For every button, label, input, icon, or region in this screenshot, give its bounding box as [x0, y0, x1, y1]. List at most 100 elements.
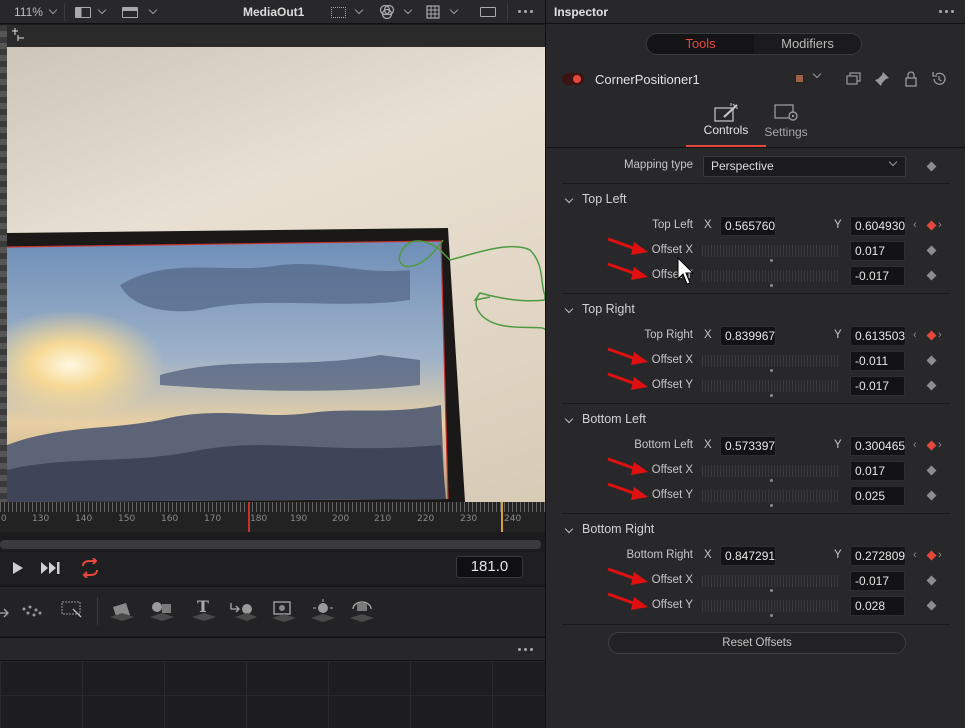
tab-settings[interactable]: Settings	[746, 100, 826, 147]
offset-y-field[interactable]: 0.025	[850, 486, 905, 506]
next-keyframe-icon[interactable]: ›	[938, 549, 942, 561]
inspector-more-icon[interactable]	[939, 10, 954, 13]
camera-3d-icon[interactable]	[270, 597, 298, 623]
versions-icon[interactable]	[846, 72, 862, 86]
skip-to-end-icon[interactable]	[40, 561, 62, 575]
play-icon[interactable]	[12, 561, 24, 575]
section-title: Top Left	[582, 192, 627, 206]
split-view-button[interactable]	[75, 0, 107, 24]
top-right-y-field[interactable]: 0.613503	[850, 326, 906, 346]
node-editor-more-icon[interactable]	[518, 648, 533, 651]
offset-y-field[interactable]: -0.017	[850, 376, 905, 396]
prev-keyframe-icon[interactable]: ‹	[913, 329, 917, 341]
keyframe-diamond[interactable]	[926, 465, 937, 476]
offset-y-slider[interactable]	[702, 380, 840, 392]
reset-offsets-button[interactable]: Reset Offsets	[608, 632, 906, 654]
merge-3d-icon[interactable]	[229, 597, 259, 623]
planar-tracker-icon[interactable]	[59, 599, 85, 623]
roi-button[interactable]	[331, 0, 364, 24]
image-plane-3d-icon[interactable]	[108, 597, 136, 623]
tick-label: 190	[290, 514, 308, 524]
next-keyframe-icon[interactable]: ›	[938, 329, 942, 341]
tab-modifiers[interactable]: Modifiers	[754, 34, 861, 54]
tick-label: 160	[161, 514, 179, 524]
keyframe-diamond[interactable]	[926, 220, 937, 231]
collapse-chevron-icon	[564, 414, 574, 424]
offset-x-field[interactable]: 0.017	[850, 241, 905, 261]
section-top-left[interactable]: Top Left	[546, 189, 965, 211]
zoom-dropdown[interactable]: 111%	[14, 0, 58, 24]
offset-x-slider[interactable]	[702, 575, 840, 587]
offset-x-slider[interactable]	[702, 465, 840, 477]
section-bottom-right[interactable]: Bottom Right	[546, 519, 965, 541]
reset-history-icon[interactable]	[931, 71, 947, 87]
offset-x-slider[interactable]	[702, 355, 840, 367]
scrub-bar[interactable]	[0, 540, 541, 549]
keyframe-diamond[interactable]	[926, 550, 937, 561]
section-bottom-left[interactable]: Bottom Left	[546, 409, 965, 431]
chevron-down-icon	[403, 5, 413, 15]
node-editor-canvas[interactable]	[0, 661, 545, 728]
lock-icon[interactable]	[904, 71, 918, 87]
keyframe-diamond[interactable]	[926, 440, 937, 451]
prev-keyframe-icon[interactable]: ‹	[913, 439, 917, 451]
next-keyframe-icon[interactable]: ›	[938, 219, 942, 231]
playhead[interactable]	[248, 502, 250, 532]
keyframe-diamond[interactable]	[926, 270, 937, 281]
keyframe-diamond[interactable]	[926, 575, 937, 586]
keyframe-diamond[interactable]	[926, 245, 937, 256]
end-marker[interactable]	[501, 502, 503, 532]
tracker-icon[interactable]	[0, 601, 50, 623]
keyframe-diamond[interactable]	[926, 330, 937, 341]
timeline-ruler[interactable]: 0 130 140 150 160 170 180 190 200 210 22…	[0, 502, 545, 532]
keyframe-diamond[interactable]	[926, 355, 937, 366]
renderer-3d-icon[interactable]	[348, 597, 376, 623]
viewer-canvas[interactable]	[0, 25, 545, 502]
mapping-type-select[interactable]: Perspective	[703, 156, 906, 177]
annotation-arrow-icon	[607, 347, 648, 365]
keyframe-diamond[interactable]	[926, 490, 937, 501]
keyframe-diamond[interactable]	[926, 600, 937, 611]
top-left-x-field[interactable]: 0.565760	[720, 216, 776, 236]
top-right-x-field[interactable]: 0.839967	[720, 326, 776, 346]
keyframe-diamond[interactable]	[926, 380, 937, 391]
node-color-swatch[interactable]	[795, 74, 804, 83]
keyframe-diamond[interactable]	[926, 161, 937, 172]
fullscreen-button[interactable]	[480, 0, 496, 24]
top-left-y-field[interactable]: 0.604930	[850, 216, 906, 236]
offset-x-field[interactable]: 0.017	[850, 461, 905, 481]
offset-x-field[interactable]: -0.011	[850, 351, 905, 371]
section-top-right[interactable]: Top Right	[546, 299, 965, 321]
annotation-arrow-icon	[607, 372, 648, 390]
tab-tools[interactable]: Tools	[647, 34, 754, 54]
offset-y-slider[interactable]	[702, 270, 840, 282]
pin-icon[interactable]	[874, 71, 890, 87]
offset-y-slider[interactable]	[702, 490, 840, 502]
channels-button[interactable]	[379, 0, 413, 24]
bottom-right-x-field[interactable]: 0.847291	[720, 546, 776, 566]
bottom-left-y-field[interactable]: 0.300465	[850, 436, 906, 456]
offset-y-field[interactable]: -0.017	[850, 266, 905, 286]
node-enable-toggle[interactable]	[562, 73, 584, 85]
viewer-title: MediaOut1	[243, 5, 305, 19]
viewer-more-icon[interactable]	[518, 10, 533, 13]
offset-x-slider[interactable]	[702, 245, 840, 257]
prev-keyframe-icon[interactable]: ‹	[913, 219, 917, 231]
shape-3d-icon[interactable]	[148, 597, 176, 623]
bottom-right-y-field[interactable]: 0.272809	[850, 546, 906, 566]
current-frame-field[interactable]: 181.0	[456, 556, 523, 578]
offset-y-field[interactable]: 0.028	[850, 596, 905, 616]
next-keyframe-icon[interactable]: ›	[938, 439, 942, 451]
y-axis-label: Y	[834, 549, 842, 561]
offset-x-field[interactable]: -0.017	[850, 571, 905, 591]
chevron-down-icon[interactable]	[812, 69, 822, 79]
text-3d-icon[interactable]: T	[190, 595, 218, 623]
loop-icon[interactable]	[78, 558, 102, 578]
grid-button[interactable]	[426, 0, 459, 24]
view-options-button[interactable]	[122, 0, 158, 24]
inspector-panel: Inspector Tools Modifiers CornerPosition…	[545, 0, 965, 728]
spotlight-3d-icon[interactable]	[309, 597, 337, 623]
prev-keyframe-icon[interactable]: ‹	[913, 549, 917, 561]
bottom-left-x-field[interactable]: 0.573397	[720, 436, 776, 456]
offset-y-slider[interactable]	[702, 600, 840, 612]
